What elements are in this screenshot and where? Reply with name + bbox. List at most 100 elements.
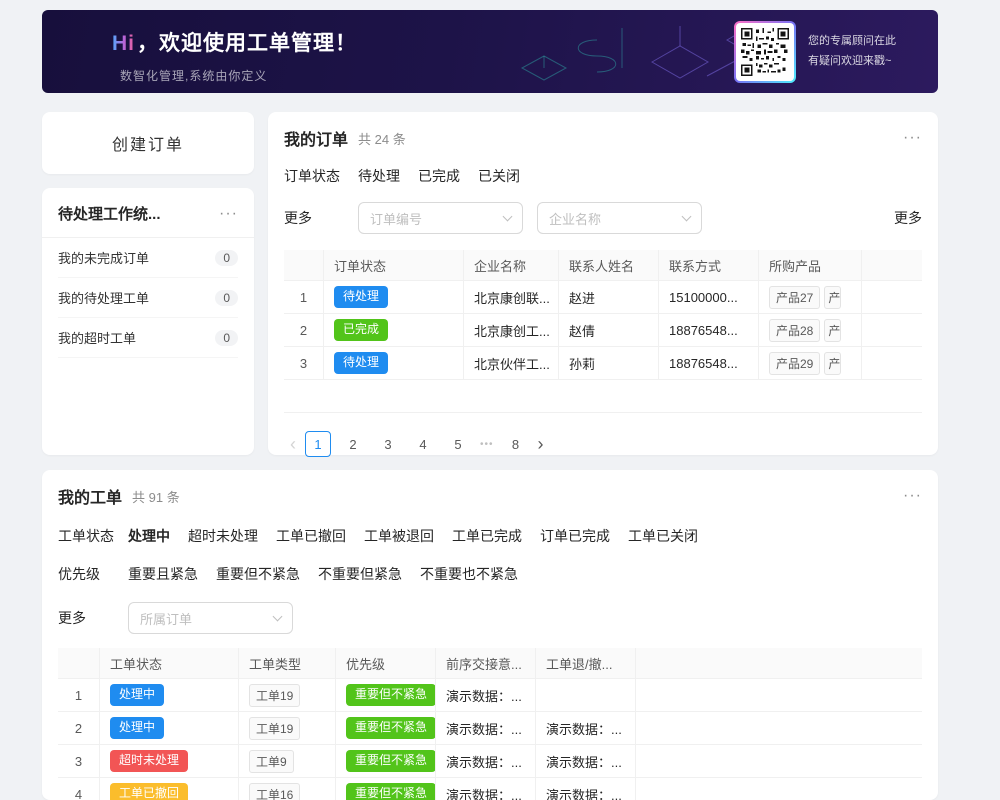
row-filler — [862, 281, 922, 313]
create-order-label: 创建订单 — [112, 131, 184, 155]
ticket-status-option-closed[interactable]: 工单已关闭 — [628, 526, 698, 546]
ticket-status-option-processing[interactable]: 处理中 — [128, 526, 170, 546]
pagination-page-8[interactable]: 8 — [503, 431, 529, 457]
tickets-table: 工单状态 工单类型 优先级 前序交接意... 工单退/撤... 1 处理中 工单… — [58, 648, 922, 800]
ticket-status-cell: 超时未处理 — [100, 745, 239, 777]
chevron-down-icon — [273, 611, 283, 621]
tickets-table-header: 工单状态 工单类型 优先级 前序交接意... 工单退/撤... — [58, 648, 922, 679]
phone-cell: 15100000... — [659, 281, 759, 313]
stat-row-unfinished-orders[interactable]: 我的未完成订单 0 — [58, 238, 238, 278]
ticket-row[interactable]: 4 工单已撤回 工单16 重要但不紧急 演示数据：... 演示数据：... — [58, 778, 922, 800]
pagination-prev-icon[interactable]: ‹ — [290, 435, 296, 453]
row-index: 2 — [58, 712, 100, 744]
ticket-status-cell: 工单已撤回 — [100, 778, 239, 800]
header-index — [58, 648, 100, 678]
ticket-row[interactable]: 2 处理中 工单19 重要但不紧急 演示数据：... 演示数据：... — [58, 712, 922, 745]
parent-order-select[interactable]: 所属订单 — [128, 602, 293, 634]
qr-code — [734, 21, 796, 83]
welcome-banner: Hi，欢迎使用工单管理！ 数智化管理,系统由你定义 — [42, 10, 938, 93]
orders-more-link[interactable]: 更多 — [894, 208, 922, 228]
order-row[interactable]: 3 待处理 北京伙伴工... 孙莉 18876548... 产品29产 — [284, 347, 922, 380]
qr-code-pattern — [741, 28, 789, 76]
ticket-status-filter-label: 工单状态 — [58, 526, 128, 546]
order-status-option-pending[interactable]: 待处理 — [358, 166, 400, 186]
header-contact-name: 联系人姓名 — [559, 250, 659, 280]
header-index — [284, 250, 324, 280]
ticket-status-filter: 工单状态 处理中 超时未处理 工单已撤回 工单被退回 工单已完成 订单已完成 工… — [58, 526, 922, 546]
row-filler — [636, 712, 922, 744]
pagination-ellipsis-icon[interactable]: ••• — [480, 439, 494, 450]
preorder-cell: 演示数据：... — [436, 679, 536, 711]
ticket-row[interactable]: 3 超时未处理 工单9 重要但不紧急 演示数据：... 演示数据：... — [58, 745, 922, 778]
order-status-cell: 已完成 — [324, 314, 464, 346]
ticket-type-tag: 工单19 — [249, 717, 300, 740]
ticket-row[interactable]: 1 处理中 工单19 重要但不紧急 演示数据：... — [58, 679, 922, 712]
qr-caption-line2: 有疑问欢迎来戳~ — [808, 52, 920, 72]
product-tag: 产品27 — [769, 286, 820, 309]
order-row[interactable]: 2 已完成 北京康创工... 赵倩 18876548... 产品28产 — [284, 314, 922, 347]
ticket-status-option-overdue[interactable]: 超时未处理 — [188, 526, 258, 546]
withdraw-cell: 演示数据：... — [536, 712, 636, 744]
header-products: 所购产品 — [759, 250, 862, 280]
header-company: 企业名称 — [464, 250, 559, 280]
ticket-status-cell: 处理中 — [100, 712, 239, 744]
banner-decoration-art — [502, 10, 772, 93]
create-order-button[interactable]: 创建订单 — [42, 112, 254, 174]
ticket-status-cell: 处理中 — [100, 679, 239, 711]
preorder-cell: 演示数据：... — [436, 778, 536, 800]
priority-badge: 重要但不紧急 — [346, 717, 436, 739]
ticket-type-tag: 工单19 — [249, 684, 300, 707]
banner-title: Hi，欢迎使用工单管理！ — [112, 27, 357, 57]
company-name-select[interactable]: 企业名称 — [537, 202, 702, 234]
priority-option-important-urgent[interactable]: 重要且紧急 — [128, 564, 198, 584]
orders-table: 订单状态 企业名称 联系人姓名 联系方式 所购产品 1 待处理 北京康创联...… — [284, 250, 922, 413]
pagination-page-3[interactable]: 3 — [375, 431, 401, 457]
stat-row-overdue-tickets[interactable]: 我的超时工单 0 — [58, 318, 238, 358]
my-tickets-panel: 我的工单 共 91 条 ··· 工单状态 处理中 超时未处理 工单已撤回 工单被… — [42, 470, 938, 800]
status-badge: 已完成 — [334, 319, 388, 341]
stat-row-pending-tickets[interactable]: 我的待处理工单 0 — [58, 278, 238, 318]
products-cell: 产品29产 — [759, 347, 862, 379]
stat-label: 我的超时工单 — [58, 328, 136, 347]
order-status-cell: 待处理 — [324, 347, 464, 379]
priority-option-important-not-urgent[interactable]: 重要但不紧急 — [216, 564, 300, 584]
stat-value: 0 — [215, 290, 238, 306]
ticket-status-option-returned[interactable]: 工单被退回 — [364, 526, 434, 546]
stats-card-title: 待处理工作统... — [58, 203, 161, 224]
products-cell: 产品28产 — [759, 314, 862, 346]
pagination-next-icon[interactable]: › — [538, 435, 544, 453]
parent-order-placeholder: 所属订单 — [140, 609, 192, 628]
preorder-cell: 演示数据：... — [436, 745, 536, 777]
stat-value: 0 — [215, 250, 238, 266]
more-options-icon[interactable]: ··· — [219, 209, 238, 219]
row-filler — [862, 314, 922, 346]
priority-option-not-important-not-urgent[interactable]: 不重要也不紧急 — [420, 564, 518, 584]
header-withdraw-return: 工单退/撤... — [536, 648, 636, 678]
more-options-icon[interactable]: ··· — [903, 491, 922, 501]
ticket-status-option-order-completed[interactable]: 订单已完成 — [540, 526, 610, 546]
stat-value: 0 — [215, 330, 238, 346]
more-options-icon[interactable]: ··· — [903, 133, 922, 143]
row-index: 4 — [58, 778, 100, 800]
header-order-status: 订单状态 — [324, 250, 464, 280]
pagination-page-5[interactable]: 5 — [445, 431, 471, 457]
pagination-page-1[interactable]: 1 — [305, 431, 331, 457]
phone-cell: 18876548... — [659, 314, 759, 346]
orders-count: 共 24 条 — [358, 129, 406, 148]
qr-caption: 您的专属顾问在此 有疑问欢迎来戳~ — [808, 32, 920, 72]
priority-option-not-important-urgent[interactable]: 不重要但紧急 — [318, 564, 402, 584]
ticket-type-cell: 工单19 — [239, 712, 336, 744]
pagination-page-4[interactable]: 4 — [410, 431, 436, 457]
products-cell: 产品27产 — [759, 281, 862, 313]
order-status-option-closed[interactable]: 已关闭 — [478, 166, 520, 186]
pagination: ‹ 1 2 3 4 5 ••• 8 › — [284, 431, 922, 457]
order-row[interactable]: 1 待处理 北京康创联... 赵进 15100000... 产品27产 — [284, 281, 922, 314]
order-status-option-completed[interactable]: 已完成 — [418, 166, 460, 186]
order-number-select[interactable]: 订单编号 — [358, 202, 523, 234]
order-status-filter-label: 订单状态 — [284, 166, 358, 186]
ticket-status-option-ticket-completed[interactable]: 工单已完成 — [452, 526, 522, 546]
status-badge: 超时未处理 — [110, 750, 188, 772]
contact-cell: 赵倩 — [559, 314, 659, 346]
pagination-page-2[interactable]: 2 — [340, 431, 366, 457]
ticket-status-option-withdrawn[interactable]: 工单已撤回 — [276, 526, 346, 546]
